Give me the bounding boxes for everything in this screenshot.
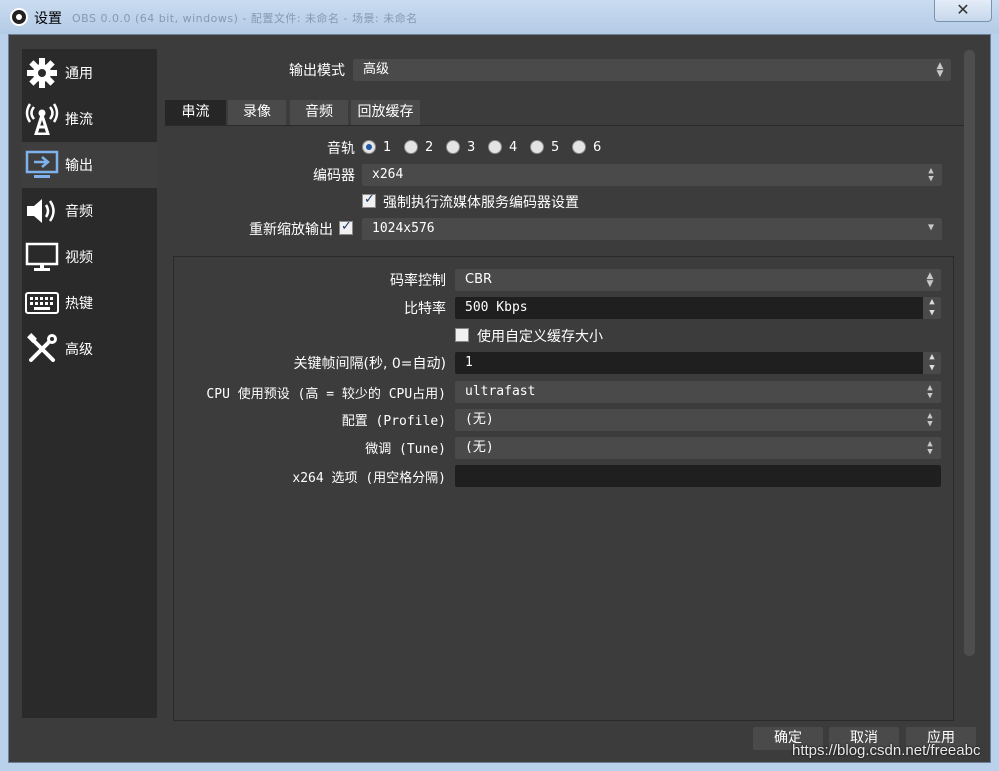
output-mode-select[interactable]: 高级 ▲ ▼: [353, 59, 951, 81]
sidebar-item-video[interactable]: 视频: [22, 234, 157, 280]
sidebar-item-label: 高级: [65, 342, 93, 358]
tab-divider: [165, 125, 964, 126]
profile-select[interactable]: (无) ▲ ▼: [455, 409, 941, 431]
audio-track-radio-label: 6: [593, 140, 602, 155]
rescale-resolution-select[interactable]: 1024x576 ▼: [362, 218, 942, 240]
tab-replay-buffer[interactable]: 回放缓存: [351, 100, 420, 125]
sidebar-item-audio[interactable]: 音频: [22, 188, 157, 234]
keyframe-interval-spinbox[interactable]: 1 ▲ ▼: [455, 352, 941, 374]
window-subtitle-blurred: OBS 0.0.0 (64 bit, windows) - 配置文件: 未命名 …: [72, 12, 418, 25]
sidebar-item-label: 推流: [65, 112, 93, 128]
tune-value: (无): [465, 440, 494, 455]
gear-icon: [25, 57, 59, 89]
audio-track-radio-6[interactable]: [572, 140, 586, 154]
tab-recording[interactable]: 录像: [228, 100, 286, 125]
output-mode-value: 高级: [363, 62, 390, 77]
audio-track-radio-label: 4: [509, 140, 518, 155]
encoder-select[interactable]: x264 ▲ ▼: [362, 164, 942, 186]
updown-arrow-icon: ▲ ▼: [927, 383, 933, 401]
sidebar-item-label: 通用: [65, 66, 93, 82]
keyframe-interval-value: 1: [465, 355, 473, 370]
profile-label: 配置 (Profile): [341, 414, 446, 429]
bitrate-label: 比特率: [404, 301, 446, 317]
keyboard-icon: [25, 287, 59, 319]
sidebar-item-output[interactable]: 输出: [22, 142, 157, 188]
custom-buffer-checkbox[interactable]: [455, 328, 469, 342]
encoder-label: 编码器: [313, 168, 355, 184]
bitrate-spinbox[interactable]: 500 Kbps ▲ ▼: [455, 297, 941, 319]
watermark: https://blog.csdn.net/freeabc: [792, 742, 981, 759]
cpu-preset-value: ultrafast: [465, 384, 536, 399]
monitor-icon: [25, 241, 59, 273]
rescale-checkbox[interactable]: [339, 219, 353, 235]
bitrate-value: 500 Kbps: [465, 300, 528, 315]
cpu-preset-label: CPU 使用预设 (高 = 较少的 CPU占用): [206, 387, 446, 402]
rescale-label: 重新缩放输出: [249, 222, 333, 238]
rate-control-value: CBR: [465, 272, 493, 287]
audio-track-radio-label: 2: [425, 140, 434, 155]
sidebar-item-stream[interactable]: 推流: [22, 96, 157, 142]
audio-track-radio-label: 3: [467, 140, 476, 155]
updown-arrow-icon: ▲ ▼: [926, 271, 934, 289]
enforce-encoder-label: 强制执行流媒体服务编码器设置: [383, 195, 579, 211]
tab-audio[interactable]: 音频: [290, 100, 348, 125]
sidebar-item-hotkeys[interactable]: 热键: [22, 280, 157, 326]
tune-select[interactable]: (无) ▲ ▼: [455, 437, 941, 459]
enforce-encoder-checkbox[interactable]: [362, 192, 376, 208]
sidebar-item-label: 输出: [65, 158, 93, 174]
updown-arrow-icon: ▲ ▼: [928, 166, 934, 184]
updown-arrow-icon: ▲ ▼: [927, 439, 933, 457]
sidebar-item-general[interactable]: 通用: [22, 50, 157, 96]
encoder-value: x264: [372, 167, 404, 182]
title-bar: 设置 OBS 0.0.0 (64 bit, windows) - 配置文件: 未…: [0, 0, 999, 34]
spin-arrows-icon[interactable]: ▲ ▼: [923, 297, 941, 319]
x264-options-label: x264 选项 (用空格分隔): [292, 471, 446, 486]
audio-track-radio-3[interactable]: [446, 140, 460, 154]
rate-control-select[interactable]: CBR ▲ ▼: [455, 269, 941, 291]
audio-track-radio-1[interactable]: [362, 140, 376, 154]
obs-logo-icon: [10, 8, 28, 26]
audio-track-radio-5[interactable]: [530, 140, 544, 154]
updown-arrow-icon: ▲ ▼: [927, 411, 933, 429]
audio-track-label: 音轨: [327, 141, 355, 157]
chevron-down-icon: ▼: [927, 222, 935, 233]
window-title: 设置: [34, 11, 62, 27]
speaker-icon: [25, 195, 59, 227]
sidebar-item-label: 音频: [65, 204, 93, 220]
updown-arrow-icon: ▲ ▼: [936, 61, 944, 79]
sidebar-item-advanced[interactable]: 高级: [22, 326, 157, 372]
keyframe-interval-label: 关键帧间隔(秒, 0=自动): [293, 356, 446, 372]
settings-scrollbar[interactable]: [964, 50, 975, 656]
rescale-resolution-value: 1024x576: [372, 221, 435, 236]
output-icon: [25, 149, 59, 181]
tab-streaming[interactable]: 串流: [165, 100, 226, 125]
sidebar-item-label: 热键: [65, 296, 93, 312]
spin-arrows-icon[interactable]: ▲ ▼: [923, 352, 941, 374]
x264-options-input[interactable]: [455, 465, 941, 487]
close-button[interactable]: ✕: [934, 0, 992, 22]
tools-icon: [25, 333, 59, 365]
audio-track-radio-label: 1: [383, 140, 392, 155]
tune-label: 微调 (Tune): [365, 442, 446, 457]
audio-track-radio-label: 5: [551, 140, 560, 155]
cpu-preset-select[interactable]: ultrafast ▲ ▼: [455, 381, 941, 403]
broadcast-icon: [25, 103, 59, 135]
sidebar-item-label: 视频: [65, 250, 93, 266]
audio-track-radio-2[interactable]: [404, 140, 418, 154]
profile-value: (无): [465, 412, 494, 427]
rate-control-label: 码率控制: [390, 273, 446, 289]
custom-buffer-label: 使用自定义缓存大小: [477, 329, 603, 345]
audio-track-radio-4[interactable]: [488, 140, 502, 154]
settings-sidebar: 通用 推流 输出 音频 视频 热键 高级: [22, 49, 157, 718]
output-mode-label: 输出模式: [289, 63, 345, 79]
